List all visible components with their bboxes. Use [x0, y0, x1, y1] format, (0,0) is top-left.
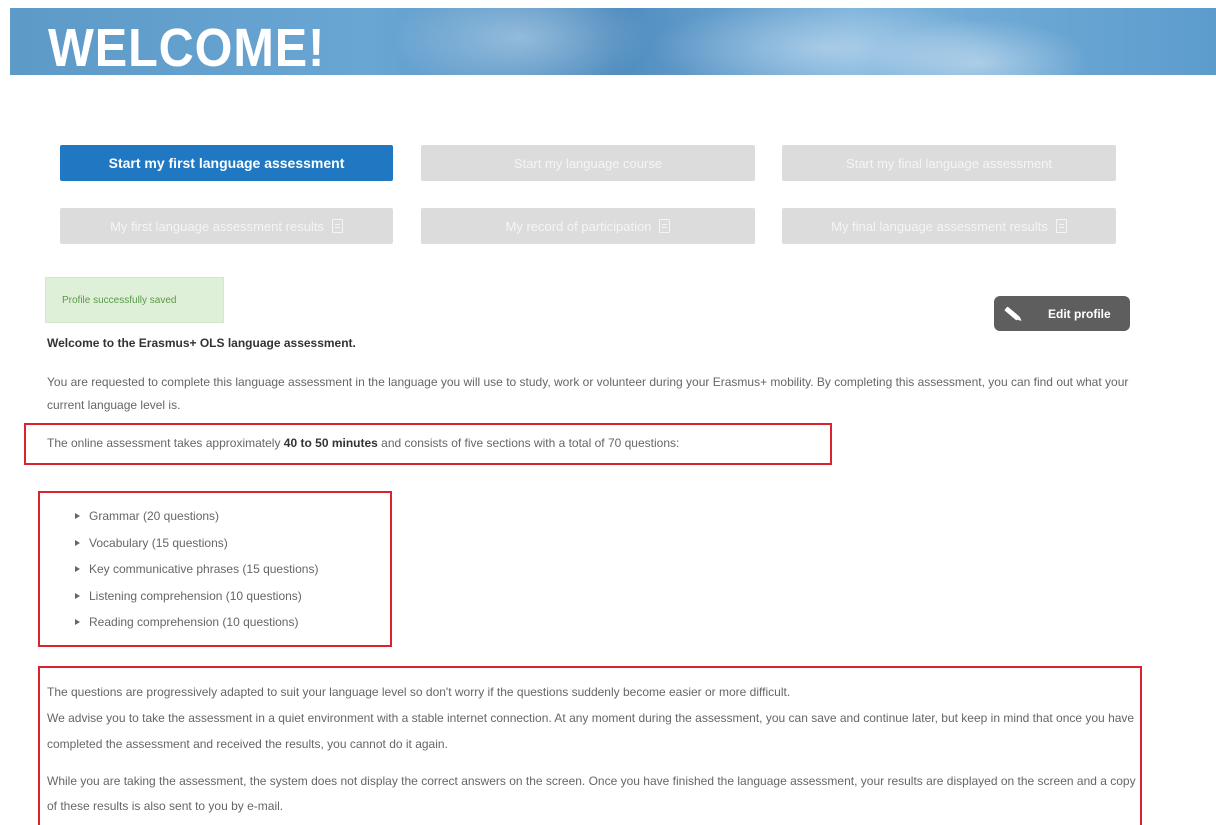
bullet-icon — [75, 539, 80, 546]
duration-text-end: and consists of five sections with a tot… — [377, 436, 680, 450]
list-item: Key communicative phrases (15 questions) — [75, 556, 318, 583]
bullet-icon — [75, 566, 80, 573]
section-label: Key communicative phrases (15 questions) — [89, 562, 319, 577]
section-label: Vocabulary (15 questions) — [89, 535, 228, 550]
bullet-icon — [75, 619, 80, 626]
duration-emphasis: 40 to 50 minutes — [283, 436, 378, 450]
final-assessment-results-label: My final language assessment results — [831, 218, 1048, 234]
edit-profile-button[interactable]: Edit profile — [994, 296, 1130, 331]
duration-text-start: The online assessment takes approximatel… — [47, 436, 284, 450]
info-paragraph-results: While you are taking the assessment, the… — [47, 774, 1136, 813]
banner-photo-shape — [870, 18, 1090, 75]
page-title: WELCOME! — [48, 18, 326, 75]
document-icon — [331, 219, 343, 233]
welcome-banner: WELCOME! — [10, 8, 1216, 75]
document-icon — [659, 219, 671, 233]
edit-profile-label: Edit profile — [1048, 306, 1111, 321]
bullet-icon — [75, 592, 80, 599]
duration-paragraph: The online assessment takes approximatel… — [47, 432, 827, 455]
record-of-participation-button[interactable]: My record of participation — [421, 208, 755, 244]
intro-heading: Welcome to the Erasmus+ OLS language ass… — [47, 336, 356, 350]
success-notice: Profile successfully saved — [45, 277, 224, 323]
record-of-participation-label: My record of participation — [505, 218, 652, 234]
section-label: Reading comprehension (10 questions) — [89, 615, 299, 630]
list-item: Reading comprehension (10 questions) — [75, 609, 318, 636]
section-label: Listening comprehension (10 questions) — [89, 588, 302, 603]
info-paragraph-adaptive: The questions are progressively adapted … — [47, 685, 791, 699]
final-assessment-results-button[interactable]: My final language assessment results — [782, 208, 1116, 244]
intro-paragraph: You are requested to complete this langu… — [47, 375, 1129, 412]
banner-photo-shape — [390, 8, 650, 75]
document-icon — [1055, 219, 1067, 233]
start-final-assessment-button[interactable]: Start my final language assessment — [782, 145, 1116, 181]
first-assessment-results-button[interactable]: My first language assessment results — [60, 208, 393, 244]
list-item: Listening comprehension (10 questions) — [75, 583, 318, 610]
info-paragraph-environment: We advise you to take the assessment in … — [47, 711, 1135, 751]
start-language-course-button[interactable]: Start my language course — [421, 145, 755, 181]
list-item: Grammar (20 questions) — [75, 503, 318, 530]
sections-list: Grammar (20 questions) Vocabulary (15 qu… — [75, 503, 318, 636]
bullet-icon — [75, 513, 80, 520]
list-item: Vocabulary (15 questions) — [75, 530, 318, 557]
pencil-icon — [994, 296, 1030, 331]
first-assessment-results-label: My first language assessment results — [110, 218, 324, 234]
section-label: Grammar (20 questions) — [89, 509, 220, 524]
start-first-assessment-button[interactable]: Start my first language assessment — [60, 145, 393, 181]
